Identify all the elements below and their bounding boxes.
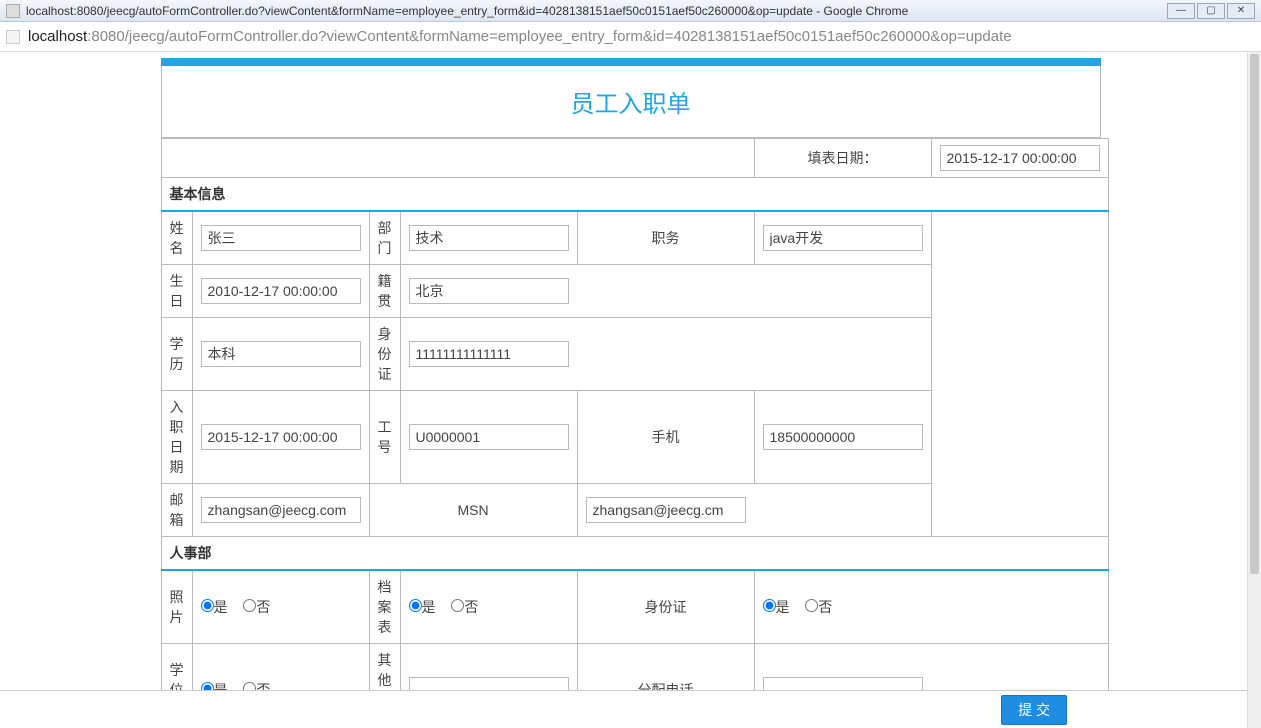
fill-date-cell bbox=[931, 139, 1108, 178]
label-idcard2: 身份证 bbox=[577, 570, 754, 644]
window-favicon bbox=[6, 4, 20, 18]
browser-addressbar[interactable]: localhost:8080/jeecg/autoFormController.… bbox=[0, 22, 1261, 52]
dept-input[interactable] bbox=[409, 225, 569, 251]
label-idcard: 身份证 bbox=[369, 318, 400, 391]
radio-yes-label: 是 bbox=[214, 599, 228, 615]
form-table: 填表日期： 基本信息 姓名 部门 职务 生日 籍贯 bbox=[161, 138, 1109, 728]
mobile-input[interactable] bbox=[763, 424, 923, 450]
msn-input[interactable] bbox=[586, 497, 746, 523]
url-text: localhost:8080/jeecg/autoFormController.… bbox=[28, 28, 1012, 45]
label-name: 姓名 bbox=[161, 211, 192, 265]
vertical-scrollbar[interactable] bbox=[1247, 52, 1261, 728]
photo-yes-radio[interactable] bbox=[201, 599, 214, 612]
url-rest: :8080/jeecg/autoFormController.do?viewCo… bbox=[87, 28, 1011, 45]
section-hr: 人事部 bbox=[161, 537, 1108, 571]
idcard2-yes-radio[interactable] bbox=[763, 599, 776, 612]
archive-no-radio[interactable] bbox=[451, 599, 464, 612]
radio-yes-label: 是 bbox=[776, 599, 790, 615]
idcard2-no-radio[interactable] bbox=[805, 599, 818, 612]
birthday-input[interactable] bbox=[201, 278, 361, 304]
window-close-button[interactable]: ✕ bbox=[1227, 3, 1255, 19]
fill-date-input[interactable] bbox=[940, 145, 1100, 171]
label-dept: 部门 bbox=[369, 211, 400, 265]
scrollbar-thumb[interactable] bbox=[1250, 54, 1259, 574]
spacer-cell bbox=[161, 139, 754, 178]
label-msn: MSN bbox=[369, 484, 577, 537]
window-maximize-button[interactable]: ▢ bbox=[1197, 3, 1225, 19]
fill-date-label: 填表日期： bbox=[754, 139, 931, 178]
submit-bar: 提 交 bbox=[0, 690, 1247, 728]
label-archive: 档案表 bbox=[369, 570, 400, 644]
viewport: 员工入职单 填表日期： 基本信息 姓名 部门 职务 bbox=[0, 52, 1261, 728]
window-title: localhost:8080/jeecg/autoFormController.… bbox=[26, 4, 908, 18]
label-photo: 照片 bbox=[161, 570, 192, 644]
native-input[interactable] bbox=[409, 278, 569, 304]
label-edu: 学历 bbox=[161, 318, 192, 391]
archive-yes-radio[interactable] bbox=[409, 599, 422, 612]
emp-no-input[interactable] bbox=[409, 424, 569, 450]
edu-input[interactable] bbox=[201, 341, 361, 367]
email-input[interactable] bbox=[201, 497, 361, 523]
label-native: 籍贯 bbox=[369, 265, 400, 318]
form-wrapper: 员工入职单 填表日期： 基本信息 姓名 部门 职务 bbox=[161, 52, 1101, 728]
idcard-input[interactable] bbox=[409, 341, 569, 367]
name-input[interactable] bbox=[201, 225, 361, 251]
window-titlebar: localhost:8080/jeecg/autoFormController.… bbox=[0, 0, 1261, 22]
page-icon bbox=[6, 30, 20, 44]
label-email: 邮箱 bbox=[161, 484, 192, 537]
idcard2-radio-group: 是 否 bbox=[754, 570, 1108, 644]
photo-radio-group: 是 否 bbox=[192, 570, 369, 644]
label-birthday: 生日 bbox=[161, 265, 192, 318]
radio-no-label: 否 bbox=[818, 599, 832, 615]
form-title: 员工入职单 bbox=[161, 66, 1101, 138]
submit-button[interactable]: 提 交 bbox=[1001, 695, 1067, 725]
header-accent-bar bbox=[161, 58, 1101, 66]
archive-radio-group: 是 否 bbox=[400, 570, 577, 644]
label-duty: 职务 bbox=[577, 211, 754, 265]
label-emp-no: 工号 bbox=[369, 391, 400, 484]
radio-no-label: 否 bbox=[464, 599, 478, 615]
photo-area bbox=[931, 211, 1108, 537]
label-mobile: 手机 bbox=[577, 391, 754, 484]
photo-no-radio[interactable] bbox=[243, 599, 256, 612]
label-entry-date: 入职日期 bbox=[161, 391, 192, 484]
radio-no-label: 否 bbox=[256, 599, 270, 615]
section-basic-info: 基本信息 bbox=[161, 178, 1108, 212]
window-minimize-button[interactable]: — bbox=[1167, 3, 1195, 19]
entry-date-input[interactable] bbox=[201, 424, 361, 450]
duty-input[interactable] bbox=[763, 225, 923, 251]
url-host: localhost bbox=[28, 28, 87, 45]
radio-yes-label: 是 bbox=[422, 599, 436, 615]
